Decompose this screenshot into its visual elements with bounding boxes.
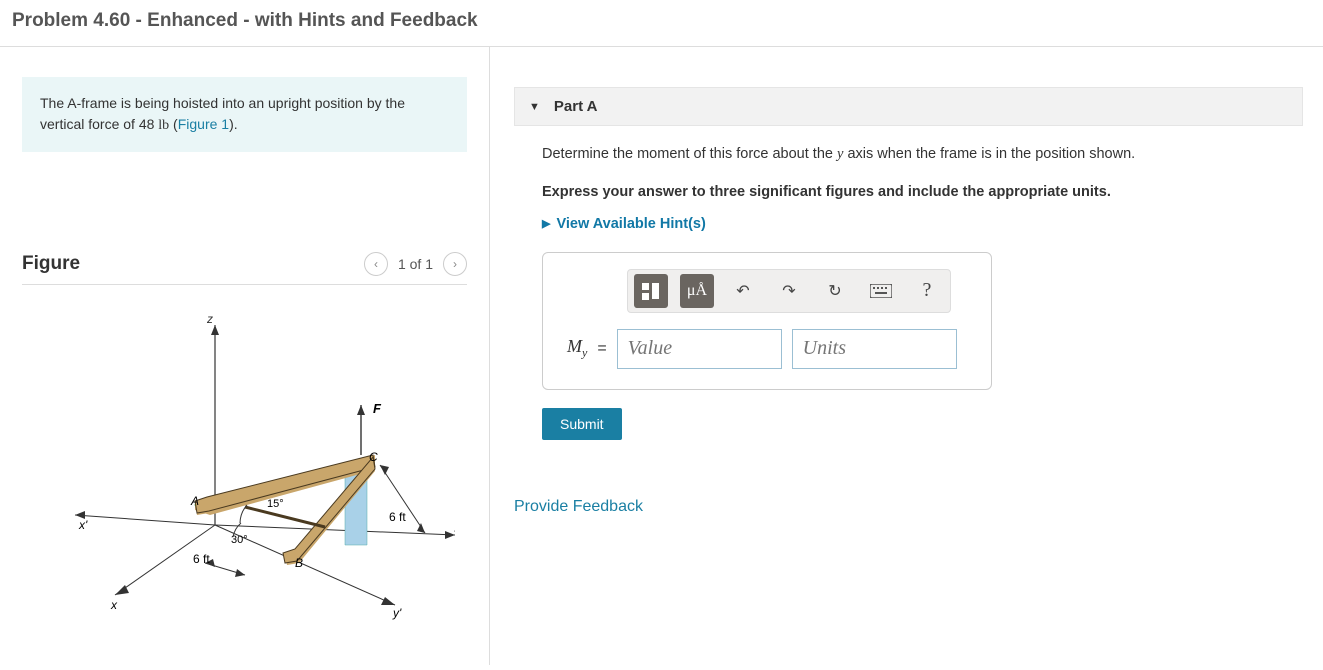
value-input[interactable] <box>617 329 782 369</box>
provide-feedback-link[interactable]: Provide Feedback <box>514 498 1303 516</box>
equals-sign: = <box>597 340 606 358</box>
svg-text:6 ft: 6 ft <box>193 552 210 566</box>
collapse-icon: ▼ <box>529 101 540 113</box>
svg-text:F: F <box>373 401 382 416</box>
redo-button[interactable]: ↷ <box>772 274 806 308</box>
page-title: Problem 4.60 - Enhanced - with Hints and… <box>0 0 1323 47</box>
part-header[interactable]: ▼ Part A <box>514 87 1303 126</box>
undo-button[interactable]: ↶ <box>726 274 760 308</box>
svg-text:y: y <box>454 518 455 532</box>
figure-next-button[interactable]: › <box>443 252 467 276</box>
keyboard-button[interactable] <box>864 274 898 308</box>
right-column: ▼ Part A Determine the moment of this fo… <box>490 47 1323 665</box>
answer-symbol: My <box>567 336 587 361</box>
svg-text:C: C <box>369 450 378 464</box>
svg-text:y': y' <box>392 606 402 620</box>
view-hints-link[interactable]: ▶ View Available Hint(s) <box>542 216 1275 232</box>
figure-nav-label: 1 of 1 <box>398 256 433 272</box>
prompt-unit: lb <box>158 118 169 133</box>
question-text: Determine the moment of this force about… <box>542 144 1275 166</box>
chevron-right-icon: ▶ <box>542 217 550 230</box>
svg-text:z: z <box>206 312 213 326</box>
svg-text:x: x <box>110 598 118 612</box>
prompt-text-b: ( <box>169 116 178 132</box>
svg-text:6 ft: 6 ft <box>389 510 406 524</box>
figure-image: z x' x y y' <box>22 285 467 645</box>
reset-button[interactable]: ↻ <box>818 274 852 308</box>
help-button[interactable]: ? <box>910 274 944 308</box>
template-button[interactable] <box>634 274 668 308</box>
submit-button[interactable]: Submit <box>542 408 622 440</box>
problem-prompt: The A-frame is being hoisted into an upr… <box>22 77 467 152</box>
figure-prev-button[interactable]: ‹ <box>364 252 388 276</box>
instruction-text: Express your answer to three significant… <box>542 184 1275 200</box>
figure-title: Figure <box>22 253 80 275</box>
left-column: The A-frame is being hoisted into an upr… <box>0 47 490 665</box>
prompt-text-c: ). <box>229 116 238 132</box>
svg-text:B: B <box>295 556 303 570</box>
svg-text:x': x' <box>78 518 88 532</box>
svg-text:A: A <box>190 494 199 508</box>
units-input[interactable] <box>792 329 957 369</box>
symbols-button[interactable]: μÅ <box>680 274 714 308</box>
svg-text:15°: 15° <box>267 498 284 510</box>
answer-box: μÅ ↶ ↷ ↻ ? My = <box>542 252 992 390</box>
part-label: Part A <box>554 98 598 115</box>
hints-label: View Available Hint(s) <box>556 216 705 232</box>
figure-link[interactable]: Figure 1 <box>178 116 229 132</box>
answer-toolbar: μÅ ↶ ↷ ↻ ? <box>627 269 951 313</box>
